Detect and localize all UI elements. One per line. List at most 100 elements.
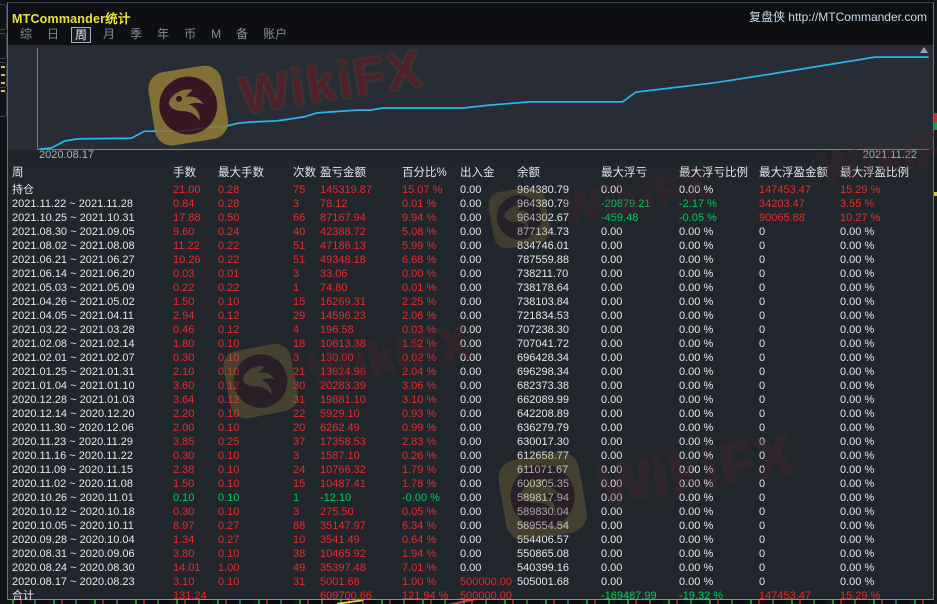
value-cell: 738178.64 (517, 281, 601, 295)
background-yellow-tick (1, 90, 5, 92)
table-row[interactable]: 2021.01.04 ~ 2021.01.103.600.123020283.3… (8, 379, 933, 393)
table-row[interactable]: 2020.08.17 ~ 2020.08.233.100.10315001.68… (8, 575, 933, 589)
value-cell: 0 (759, 505, 840, 519)
period-cell: 2020.11.30 ~ 2020.12.06 (12, 421, 173, 435)
value-cell: 0.00 (601, 575, 679, 589)
value-cell: 0.00 % (840, 337, 933, 351)
value-cell: 0.00 % (679, 533, 759, 547)
value-cell: 1.50 (173, 295, 218, 309)
period-cell: 2021.06.21 ~ 2021.06.27 (12, 253, 173, 267)
table-row[interactable]: 2020.09.28 ~ 2020.10.041.340.27103541.49… (8, 533, 933, 547)
value-cell: 0 (759, 267, 840, 281)
value-cell: -0.05 % (679, 211, 759, 225)
table-row[interactable]: 2021.08.02 ~ 2021.08.0811.220.225147186.… (8, 239, 933, 253)
value-cell: 0 (759, 225, 840, 239)
menu-item-备[interactable]: 备 (233, 27, 251, 41)
table-row[interactable]: 合计131.24609700.66121.94 %500000.00-16948… (8, 589, 933, 603)
value-cell: 0.00 % (840, 449, 933, 463)
table-row[interactable]: 2020.11.23 ~ 2020.11.293.850.253717358.5… (8, 435, 933, 449)
table-row[interactable]: 2020.08.31 ~ 2020.09.063.800.103810465.9… (8, 547, 933, 561)
value-cell: 21.00 (173, 183, 218, 197)
table-row[interactable]: 2020.10.26 ~ 2020.11.010.100.101-12.10-0… (8, 491, 933, 505)
value-cell: 0.00 (460, 379, 517, 393)
column-header: 余额 (517, 163, 601, 183)
value-cell: 0.01 % (402, 197, 460, 211)
table-row[interactable]: 2021.02.08 ~ 2021.02.141.800.101810613.3… (8, 337, 933, 351)
menu-item-账户[interactable]: 账户 (260, 27, 290, 41)
value-cell: 0.00 % (840, 477, 933, 491)
value-cell: 0.25 (218, 435, 293, 449)
table-row[interactable]: 2020.12.28 ~ 2021.01.033.640.123119881.1… (8, 393, 933, 407)
table-row[interactable]: 2020.11.30 ~ 2020.12.062.000.10206262.49… (8, 421, 933, 435)
value-cell: 0.00 % (679, 225, 759, 239)
value-cell: 9.94 % (402, 211, 460, 225)
value-cell: 10.27 % (840, 211, 933, 225)
value-cell: 964380.79 (517, 183, 601, 197)
table-row[interactable]: 2021.03.22 ~ 2021.03.280.460.124196.580.… (8, 323, 933, 337)
menu-item-币[interactable]: 币 (181, 27, 199, 41)
menu-item-月[interactable]: 月 (100, 27, 118, 41)
period-cell: 2020.08.31 ~ 2020.09.06 (12, 547, 173, 561)
table-row[interactable]: 持仓21.000.2875145319.8715.07 %0.00964380.… (8, 183, 933, 197)
table-row[interactable]: 2020.11.09 ~ 2020.11.152.380.102410766.3… (8, 463, 933, 477)
value-cell: 1.80 (173, 337, 218, 351)
column-header: 最大浮亏 (601, 163, 679, 183)
background-toolbar-button (0, 4, 7, 30)
value-cell: 0.00 (601, 393, 679, 407)
period-cell: 2020.11.16 ~ 2020.11.22 (12, 449, 173, 463)
value-cell: 0.00 % (679, 351, 759, 365)
table-row[interactable]: 2021.04.05 ~ 2021.04.112.940.122914596.2… (8, 309, 933, 323)
table-row[interactable]: 2021.08.30 ~ 2021.09.059.600.244042388.7… (8, 225, 933, 239)
value-cell: 0.22 (218, 281, 293, 295)
value-cell: 20 (293, 421, 320, 435)
value-cell: 145319.87 (320, 183, 402, 197)
table-row[interactable]: 2021.11.22 ~ 2021.11.280.840.28378.120.0… (8, 197, 933, 211)
value-cell (218, 589, 293, 603)
menu-item-季[interactable]: 季 (127, 27, 145, 41)
brand-link[interactable]: 复盘侠 http://MTCommander.com (749, 8, 927, 25)
value-cell: 90065.88 (759, 211, 840, 225)
table-row[interactable]: 2021.01.25 ~ 2021.01.312.100.102113924.9… (8, 365, 933, 379)
value-cell: 0 (759, 379, 840, 393)
value-cell: 0.84 (173, 197, 218, 211)
value-cell: 10766.32 (320, 463, 402, 477)
value-cell: 2.83 % (402, 435, 460, 449)
value-cell: 642208.89 (517, 407, 601, 421)
value-cell: 0.10 (218, 421, 293, 435)
value-cell: 5001.68 (320, 575, 402, 589)
table-row[interactable]: 2020.11.02 ~ 2020.11.081.500.101510487.4… (8, 477, 933, 491)
table-row[interactable]: 2021.10.25 ~ 2021.10.3117.880.506687167.… (8, 211, 933, 225)
menu-item-周[interactable]: 周 (71, 27, 91, 43)
value-cell: 0 (759, 519, 840, 533)
table-row[interactable]: 2021.04.26 ~ 2021.05.021.500.101516269.3… (8, 295, 933, 309)
x-axis-start-label: 2020.08.17 (39, 149, 94, 161)
value-cell: 0.00 % (840, 407, 933, 421)
value-cell: 0 (759, 253, 840, 267)
table-row[interactable]: 2020.12.14 ~ 2020.12.202.200.10225929.10… (8, 407, 933, 421)
value-cell: 14.01 (173, 561, 218, 575)
menu-item-M[interactable]: M (208, 27, 224, 41)
menu-item-年[interactable]: 年 (154, 27, 172, 41)
table-row[interactable]: 2021.06.14 ~ 2021.06.200.030.01333.060.0… (8, 267, 933, 281)
value-cell: 0.00 % (679, 519, 759, 533)
value-cell: 74.80 (320, 281, 402, 295)
table-row[interactable]: 2021.05.03 ~ 2021.05.090.220.22174.800.0… (8, 281, 933, 295)
menu-item-日[interactable]: 日 (44, 27, 62, 41)
table-row[interactable]: 2020.08.24 ~ 2020.08.3014.011.004935397.… (8, 561, 933, 575)
table-row[interactable]: 2020.10.05 ~ 2020.10.118.970.278835147.9… (8, 519, 933, 533)
table-row[interactable]: 2021.02.01 ~ 2021.02.070.300.103130.000.… (8, 351, 933, 365)
value-cell: 0.00 % (840, 575, 933, 589)
value-cell: 0.00 % (840, 295, 933, 309)
table-row[interactable]: 2020.11.16 ~ 2020.11.220.300.1031587.100… (8, 449, 933, 463)
menu-item-综[interactable]: 综 (17, 27, 35, 41)
value-cell: 0.00 % (402, 267, 460, 281)
value-cell: 0.10 (218, 491, 293, 505)
value-cell (293, 589, 320, 603)
value-cell: 0.00 (460, 519, 517, 533)
table-row[interactable]: 2021.06.21 ~ 2021.06.2710.260.225149348.… (8, 253, 933, 267)
value-cell: 2.20 (173, 407, 218, 421)
value-cell: 51 (293, 239, 320, 253)
value-cell: 0.00 (601, 183, 679, 197)
table-row[interactable]: 2020.10.12 ~ 2020.10.180.300.103275.500.… (8, 505, 933, 519)
value-cell: 0.00 % (840, 281, 933, 295)
